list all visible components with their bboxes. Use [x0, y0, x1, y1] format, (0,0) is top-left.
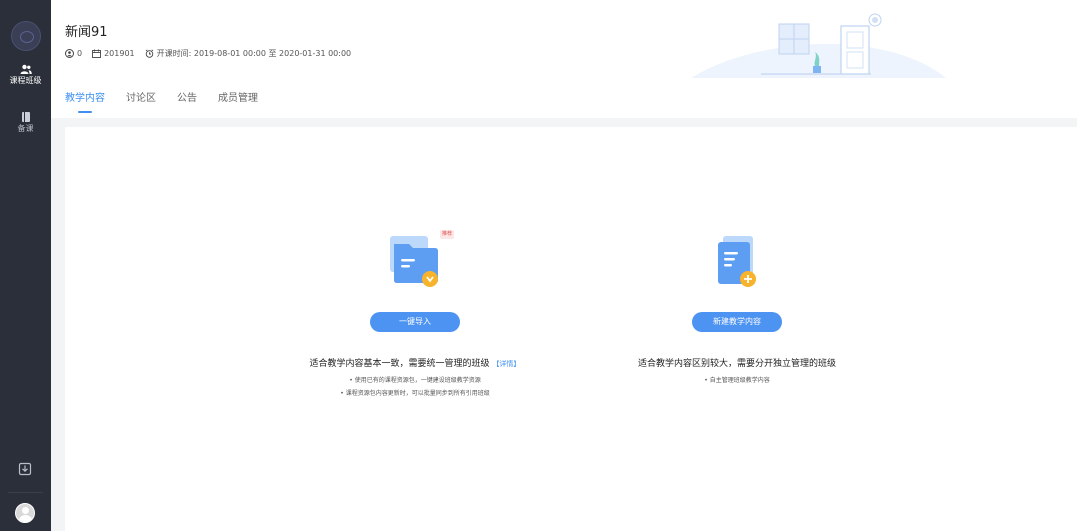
create-option-title: 适合教学内容区别较大，需要分开独立管理的班级: [637, 359, 836, 369]
page-title: 新闻91: [65, 25, 108, 40]
tab-discussion[interactable]: 讨论区: [126, 89, 156, 115]
import-option: 推荐 一键导入 适合教学内容基本一致，需要统一管理的班级 【详情】 • 使用已有…: [255, 230, 575, 397]
course-header: 新闻91 0 201901 开课时间: 2019-08-01 00:00 至 2…: [51, 0, 1077, 118]
room-illustration: [691, 13, 946, 78]
class-id: 201901: [92, 49, 135, 58]
sidebar-divider: [8, 492, 43, 493]
import-bullet: • 课程资源包内容更新时，可以批量同步到所有引用班级: [340, 390, 490, 397]
member-count: 0: [65, 49, 82, 58]
sidebar-item-prepare[interactable]: 备课: [0, 112, 51, 134]
calendar-icon: [92, 49, 102, 58]
course-meta: 0 201901 开课时间: 2019-08-01 00:00 至 2020-0…: [65, 48, 361, 59]
tab-announcements[interactable]: 公告: [177, 89, 197, 115]
one-click-import-button[interactable]: 一键导入: [370, 312, 460, 332]
recommended-badge: 推荐: [440, 230, 454, 239]
course-schedule: 开课时间: 2019-08-01 00:00 至 2020-01-31 00:0…: [145, 48, 351, 59]
sidebar-item-label: 备课: [17, 124, 34, 133]
create-content-button[interactable]: 新建教学内容: [692, 312, 782, 332]
create-option: 新建教学内容 适合教学内容区别较大，需要分开独立管理的班级 • 自主管理班级教学…: [577, 230, 897, 384]
book-icon: [21, 112, 30, 122]
tab-teaching-content[interactable]: 教学内容: [65, 89, 105, 115]
create-bullet: • 自主管理班级教学内容: [704, 377, 770, 384]
sidebar-item-classes[interactable]: 课程班级: [0, 64, 51, 86]
details-link[interactable]: 【详情】: [492, 360, 520, 368]
sidebar: 课程班级 备课: [0, 0, 51, 531]
tab-bar: 教学内容 讨论区 公告 成员管理: [65, 89, 279, 115]
teaching-content-panel: 推荐 一键导入 适合教学内容基本一致，需要统一管理的班级 【详情】 • 使用已有…: [65, 127, 1077, 531]
import-option-title: 适合教学内容基本一致，需要统一管理的班级 【详情】: [309, 359, 521, 369]
school-logo: [11, 21, 41, 51]
users-icon: [20, 64, 32, 74]
avatar[interactable]: [15, 503, 35, 523]
folder-import-icon: [390, 236, 438, 287]
import-bullet: • 使用已有的课程资源包，一键建设班级教学资源: [349, 377, 481, 384]
document-add-icon: [718, 236, 756, 287]
download-icon[interactable]: [18, 462, 32, 476]
tab-members[interactable]: 成员管理: [218, 89, 258, 115]
alarm-clock-icon: [145, 49, 153, 58]
people-icon: [65, 49, 74, 58]
sidebar-item-label: 课程班级: [9, 76, 42, 85]
